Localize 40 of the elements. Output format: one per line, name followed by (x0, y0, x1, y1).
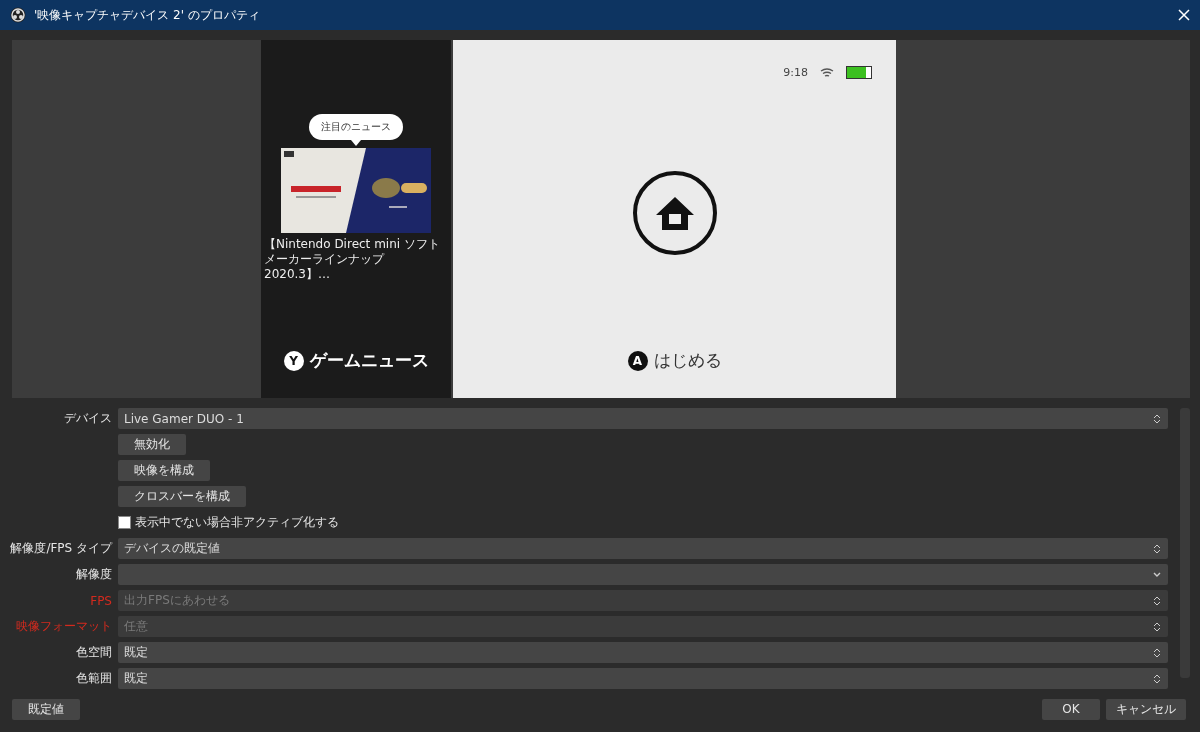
bubble-tail-icon (351, 140, 361, 146)
defaults-button[interactable]: 既定値 (12, 698, 80, 720)
checkbox-label: 表示中でない場合非アクティブ化する (135, 514, 339, 531)
select-field[interactable]: 既定 (118, 642, 1168, 663)
device-button[interactable]: 無効化 (118, 434, 186, 455)
spin-arrows-icon (1152, 594, 1162, 607)
clock-time: 9:18 (783, 66, 808, 79)
app-logo-icon (10, 7, 26, 23)
device-select[interactable]: Live Gamer DUO - 1 (118, 408, 1168, 429)
field-label: FPS (89, 593, 113, 608)
spin-arrows-icon (1152, 620, 1162, 633)
field-label: 解像度 (75, 566, 113, 583)
select-field[interactable]: デバイスの既定値 (118, 538, 1168, 559)
a-button-icon: A (627, 350, 648, 371)
field-label: 色空間 (75, 644, 113, 661)
checkbox[interactable] (118, 516, 131, 529)
close-icon[interactable] (1178, 9, 1190, 21)
spin-arrows-icon (1152, 542, 1162, 555)
spin-arrows-icon (1152, 412, 1162, 425)
select-field[interactable]: 既定 (118, 668, 1168, 689)
device-button[interactable]: クロスバーを構成 (118, 486, 246, 507)
field-label: デバイス (63, 410, 113, 427)
cancel-button[interactable]: キャンセル (1106, 698, 1186, 720)
wifi-icon (820, 67, 834, 78)
spin-arrows-icon (1152, 646, 1162, 659)
device-button[interactable]: 映像を構成 (118, 460, 210, 481)
news-caption: 【Nintendo Direct mini ソフトメーカーラインナップ 2020.3】… (264, 237, 441, 282)
field-label: 映像フォーマット (15, 618, 113, 635)
field-label: 色範囲 (75, 670, 113, 687)
start-label: はじめる (653, 349, 722, 372)
field-label: 解像度/FPS タイプ (9, 540, 114, 557)
spin-arrows-icon (1152, 672, 1162, 685)
news-bubble: 注目のニュース (309, 114, 403, 140)
ok-button[interactable]: OK (1042, 698, 1100, 720)
home-icon (631, 170, 718, 256)
battery-icon (846, 66, 872, 79)
game-news-label: ゲームニュース (309, 349, 429, 372)
y-button-icon: Y (283, 350, 304, 371)
dropdown-field[interactable] (118, 564, 1168, 585)
window-title: '映像キャプチャデバイス 2' のプロパティ (34, 6, 261, 24)
